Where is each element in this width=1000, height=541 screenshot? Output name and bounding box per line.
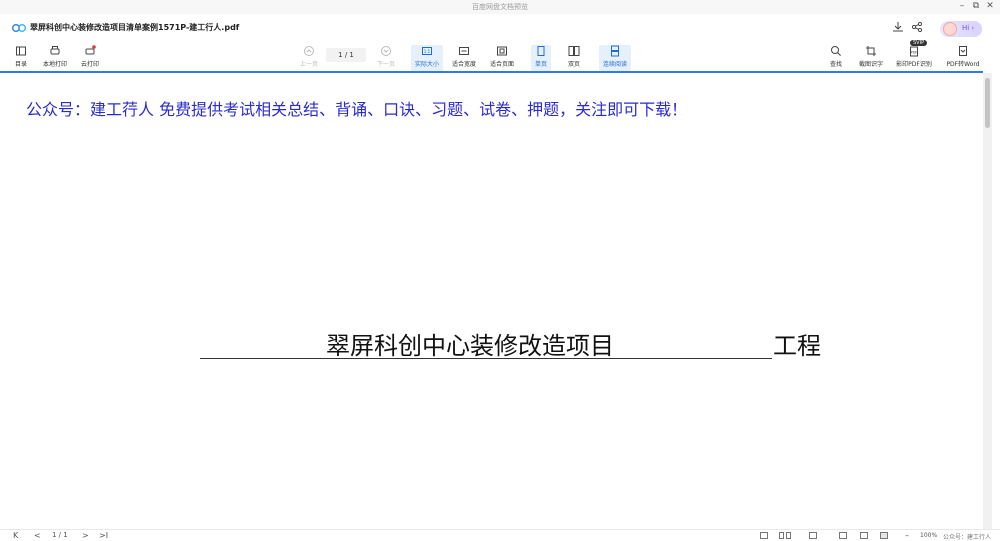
cloud-print-button[interactable]: 云打印 [78,45,102,71]
pdf-to-word-button[interactable]: PDF转Word [944,45,982,71]
double-page-label: 双页 [567,61,580,68]
search-label: 查找 [829,61,842,68]
document-page [0,73,983,529]
scan-pdf-ocr-button[interactable]: PDF 影印PDF识别 [894,45,934,71]
download-icon[interactable] [891,20,905,34]
footer-page-indicator: 1 / 1 [52,531,68,539]
double-page-view-icon-right [786,532,791,539]
footer-bar: K < 1 / 1 > >I – 100% 公众号：建工行人 [0,529,1000,541]
actual-size-button[interactable]: 1:1 实际大小 [411,45,443,71]
window-titlebar: 百度网盘文档预览 – ⧉ ✕ [0,0,1000,14]
last-page-button[interactable]: >I [99,531,108,540]
single-page-icon [537,46,545,56]
double-page-view-icon[interactable] [779,532,784,539]
single-page-view-icon[interactable] [760,532,768,539]
single-page-button[interactable]: 单页 [531,45,551,71]
minimize-button[interactable]: – [955,1,969,11]
assistant-hi-button[interactable]: Hi › [940,21,982,37]
continuous-read-button[interactable]: 连续阅读 [599,45,631,71]
footer-prev-button[interactable]: < [34,531,41,540]
local-print-button[interactable]: 本地打印 [40,45,70,71]
fit-width-icon [459,47,469,55]
toc-button[interactable]: 目录 [12,45,30,71]
prev-page-button[interactable]: 上一页 [298,45,320,71]
crop-icon [866,46,876,56]
scan-pdf-icon: PDF [910,46,918,57]
sidebar-icon [16,46,26,56]
app-title: 百度网盘文档预览 [472,3,528,11]
cloud-printer-icon [85,45,96,55]
project-suffix: 工程 [773,332,821,360]
actual-size-view-icon[interactable] [839,532,847,539]
printer-icon [50,46,60,55]
actual-size-icon: 1:1 [422,47,432,55]
single-page-label: 单页 [534,61,547,68]
share-icon[interactable] [910,20,924,34]
prev-page-label: 上一页 [299,61,318,68]
arrow-up-circle-icon [304,46,314,56]
convert-icon [959,46,967,56]
fit-page-icon [497,46,507,56]
first-page-button[interactable]: K [13,531,18,540]
fit-width-label: 适合宽度 [451,61,476,68]
search-icon [831,46,841,56]
svg-text:PDF: PDF [911,51,918,55]
restore-button[interactable]: ⧉ [969,1,983,11]
toc-label: 目录 [14,61,27,68]
cloud-print-label: 云打印 [80,61,99,68]
zoom-level: 100% [920,532,938,539]
notice-text: 公众号：建工荇人 免费提供考试相关总结、背诵、口诀、习题、试卷、押题，关注即可下… [26,100,688,119]
file-name: 翠屏科创中心装修改造项目清单案例1571P-建工行人.pdf [30,23,240,32]
fit-page-label: 适合页面 [489,61,514,68]
continuous-view-icon[interactable] [809,532,817,539]
svg-text:1:1: 1:1 [424,49,431,54]
scan-pdf-ocr-label: 影印PDF识别 [896,61,932,68]
double-page-icon [568,46,580,56]
toolbar: 目录 本地打印 云打印 上一页 下一页 1:1 实际大小 适合宽度 适合页面 单… [0,42,1000,72]
scrollbar[interactable] [983,73,992,529]
fit-page-button[interactable]: 适合页面 [488,45,516,71]
cloud-logo-icon [12,24,26,32]
scrollbar-thumb[interactable] [985,78,990,128]
svip-badge: SVIP [910,40,928,46]
arrow-down-circle-icon [381,46,391,56]
fit-page-view-icon[interactable] [880,532,888,539]
assistant-avatar-icon [943,22,957,36]
actual-size-label: 实际大小 [414,61,439,68]
close-button[interactable]: ✕ [983,1,997,11]
footer-next-button[interactable]: > [82,531,89,540]
project-name: 翠屏科创中心装修改造项目 [326,332,614,360]
continuous-scroll-icon [611,45,619,57]
file-header: 翠屏科创中心装修改造项目清单案例1571P-建工行人.pdf Hi › [0,14,1000,42]
fit-width-button[interactable]: 适合宽度 [450,45,478,71]
search-button[interactable]: 查找 [828,45,844,71]
hi-label: Hi › [962,24,975,32]
continuous-read-label: 连续阅读 [602,61,627,68]
zoom-out-button[interactable]: – [905,531,909,540]
local-print-label: 本地打印 [42,61,67,68]
next-page-button[interactable]: 下一页 [375,45,397,71]
screenshot-ocr-button[interactable]: 截图识字 [856,45,886,71]
fit-width-view-icon[interactable] [860,532,868,539]
screenshot-ocr-label: 截图识字 [858,61,883,68]
page-indicator[interactable]: 1 / 1 [326,48,366,62]
next-page-label: 下一页 [376,61,395,68]
pdf-to-word-label: PDF转Word [946,61,980,68]
double-page-button[interactable]: 双页 [564,45,584,71]
watermark-text: 公众号：建工行人 [943,534,992,541]
